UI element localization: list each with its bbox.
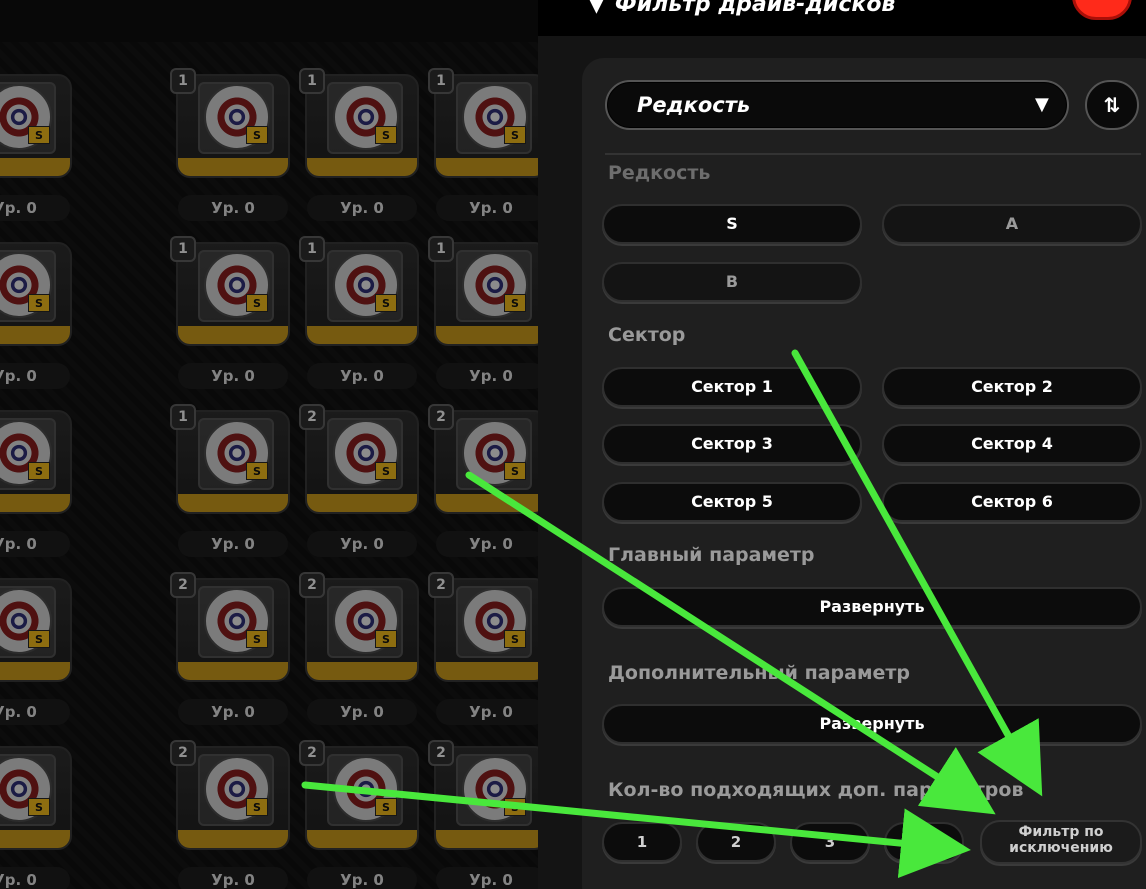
section-title-sub-stat: Дополнительный параметр [608,662,910,684]
match-count-option-4[interactable] [884,822,964,862]
match-count-option-1[interactable]: 1 [602,822,682,862]
main-stat-expand-button[interactable]: Развернуть [602,587,1142,627]
rarity-option-b[interactable]: B [602,262,862,302]
sector-option-4[interactable]: Сектор 4 [882,424,1142,464]
section-title-rarity: Редкость [608,162,711,184]
rarity-option-s[interactable]: S [602,204,862,244]
sector-option-1[interactable]: Сектор 1 [602,367,862,407]
sort-order-icon: ⇅ [1103,93,1121,117]
inventory-dim-overlay [0,0,538,889]
drive-disk-inventory: S1Ур. 0S1Ур. 0S1Ур. 0S1Ур. 0S1Ур. 0S1Ур.… [0,0,538,889]
sector-option-5[interactable]: Сектор 5 [602,482,862,522]
filter-panel-title: ▼ Фильтр драйв-дисков [588,0,895,17]
sector-option-6[interactable]: Сектор 6 [882,482,1142,522]
sector-option-2[interactable]: Сектор 2 [882,367,1142,407]
sort-order-button[interactable]: ⇅ [1085,80,1139,130]
filter-title-text: Фильтр драйв-дисков [614,0,896,17]
sort-select[interactable]: Редкость ▼ [605,80,1069,130]
section-title-main-stat: Главный параметр [608,544,815,566]
exclusion-filter-button[interactable]: Фильтр по исключению [980,820,1142,864]
sort-select-value: Редкость [637,93,751,117]
sector-option-3[interactable]: Сектор 3 [602,424,862,464]
section-title-match-count: Кол-во подходящих доп. параметров [608,779,1024,801]
match-count-option-3[interactable]: 3 [790,822,870,862]
match-count-option-2[interactable]: 2 [696,822,776,862]
filter-icon: ▼ [588,0,605,17]
section-title-sector: Сектор [608,324,686,346]
divider [605,153,1141,155]
chevron-down-icon: ▼ [1035,94,1049,115]
rarity-option-a[interactable]: A [882,204,1142,244]
sub-stat-expand-button[interactable]: Развернуть [602,704,1142,744]
